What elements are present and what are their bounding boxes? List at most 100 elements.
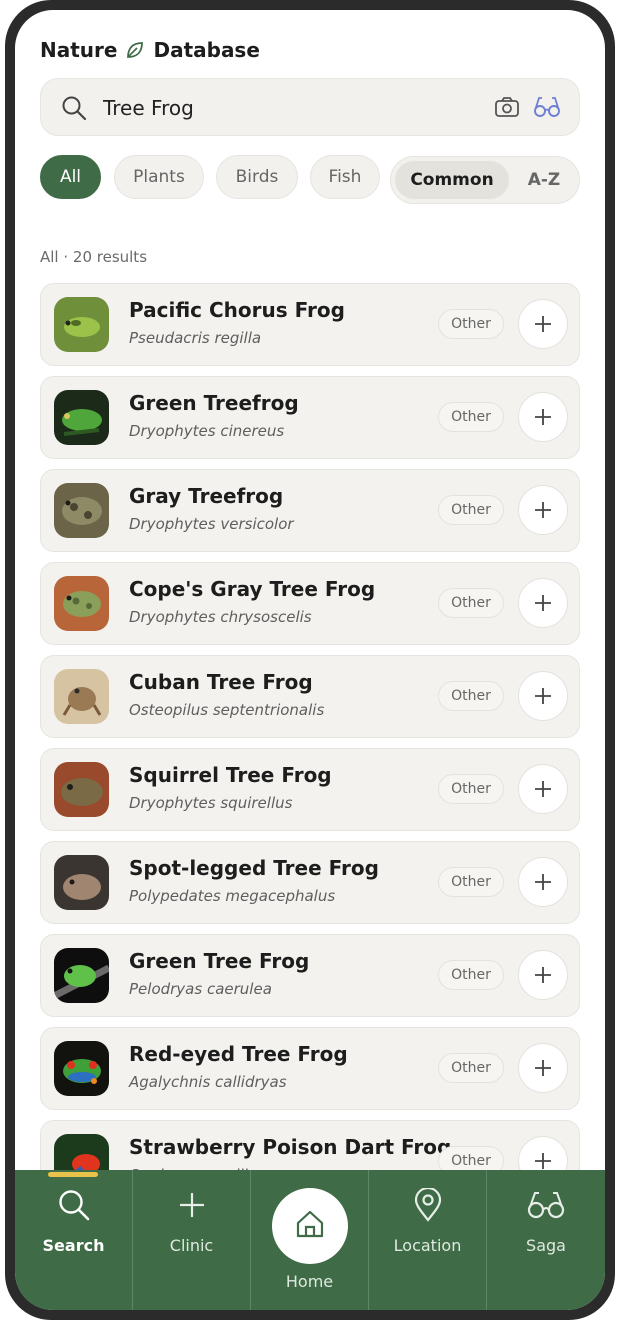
species-name: Squirrel Tree Frog <box>129 763 332 787</box>
species-photo <box>54 948 109 1003</box>
results-summary: All · 20 results <box>40 248 148 266</box>
plus-icon <box>535 502 551 518</box>
list-item[interactable]: Green Tree Frog Pelodryas caerulea Other <box>40 934 580 1017</box>
plus-icon <box>535 409 551 425</box>
species-photo <box>54 762 109 817</box>
nav-item-saga[interactable]: Saga <box>487 1170 605 1310</box>
sort-option-az[interactable]: A-Z <box>513 161 575 199</box>
nav-label: Home <box>285 1272 334 1291</box>
species-scientific-name: Dryophytes chrysoscelis <box>129 608 312 626</box>
species-name: Cope's Gray Tree Frog <box>129 577 376 601</box>
plus-icon <box>535 967 551 983</box>
add-button[interactable] <box>518 857 568 907</box>
species-scientific-name: Dryophytes versicolor <box>129 515 294 533</box>
filter-chip-fish[interactable]: Fish <box>310 155 380 199</box>
plus-icon <box>535 1060 551 1076</box>
species-photo <box>54 576 109 631</box>
list-item[interactable]: Cuban Tree Frog Osteopilus septentrional… <box>40 655 580 738</box>
glasses-icon <box>527 1188 565 1224</box>
plus-icon <box>535 1153 551 1169</box>
app-title-left: Nature <box>40 38 118 62</box>
list-item[interactable]: Green Treefrog Dryophytes cinereus Other <box>40 376 580 459</box>
add-button[interactable] <box>518 392 568 442</box>
species-scientific-name: Osteopilus septentrionalis <box>129 701 325 719</box>
nav-label: Location <box>393 1236 462 1255</box>
species-name: Red-eyed Tree Frog <box>129 1042 348 1066</box>
plus-icon <box>535 595 551 611</box>
category-badge: Other <box>438 1053 504 1083</box>
plus-icon <box>535 781 551 797</box>
search-icon <box>57 1188 91 1224</box>
category-badge: Other <box>438 495 504 525</box>
species-name: Gray Treefrog <box>129 484 284 508</box>
leaf-icon <box>125 40 145 60</box>
camera-icon[interactable] <box>494 95 520 123</box>
list-item[interactable]: Spot-legged Tree Frog Polypedates megace… <box>40 841 580 924</box>
category-badge: Other <box>438 309 504 339</box>
home-button[interactable] <box>271 1188 348 1264</box>
nav-item-search[interactable]: Search <box>15 1170 133 1310</box>
species-scientific-name: Agalychnis callidryas <box>129 1073 287 1091</box>
species-scientific-name: Pseudacris regilla <box>129 329 262 347</box>
species-name: Green Treefrog <box>129 391 299 415</box>
location-pin-icon <box>411 1186 445 1224</box>
category-badge: Other <box>438 774 504 804</box>
category-badge: Other <box>438 960 504 990</box>
sort-toggle: Common A-Z <box>390 156 580 204</box>
species-name: Strawberry Poison Dart Frog <box>129 1135 452 1159</box>
species-name: Pacific Chorus Frog <box>129 298 345 322</box>
species-photo <box>54 390 109 445</box>
nav-label: Search <box>42 1236 105 1255</box>
species-photo <box>54 855 109 910</box>
list-item[interactable]: Pacific Chorus Frog Pseudacris regilla O… <box>40 283 580 366</box>
species-name: Green Tree Frog <box>129 949 310 973</box>
category-badge: Other <box>438 867 504 897</box>
list-item[interactable]: Squirrel Tree Frog Dryophytes squirellus… <box>40 748 580 831</box>
nav-label: Clinic <box>169 1236 214 1255</box>
species-photo <box>54 1041 109 1096</box>
add-button[interactable] <box>518 764 568 814</box>
search-icon <box>61 95 87 125</box>
filter-bar: All Plants Birds Fish Common A-Z <box>40 155 580 204</box>
home-icon <box>293 1207 327 1245</box>
add-button[interactable] <box>518 1043 568 1093</box>
search-input[interactable] <box>101 89 465 127</box>
nav-item-home[interactable]: Home <box>251 1170 369 1310</box>
species-scientific-name: Dryophytes squirellus <box>129 794 293 812</box>
list-item[interactable]: Gray Treefrog Dryophytes versicolor Othe… <box>40 469 580 552</box>
species-photo <box>54 669 109 724</box>
add-button[interactable] <box>518 485 568 535</box>
species-photo <box>54 297 109 352</box>
list-item[interactable]: Red-eyed Tree Frog Agalychnis callidryas… <box>40 1027 580 1110</box>
category-badge: Other <box>438 681 504 711</box>
category-badge: Other <box>438 402 504 432</box>
plus-icon <box>535 688 551 704</box>
nav-label: Saga <box>526 1236 566 1255</box>
species-scientific-name: Polypedates megacephalus <box>129 887 336 905</box>
app-title-right: Database <box>153 38 260 62</box>
nav-item-location[interactable]: Location <box>369 1170 487 1310</box>
species-photo <box>54 483 109 538</box>
species-name: Cuban Tree Frog <box>129 670 313 694</box>
list-item[interactable]: Cope's Gray Tree Frog Dryophytes chrysos… <box>40 562 580 645</box>
add-button[interactable] <box>518 299 568 349</box>
search-bar <box>40 78 580 136</box>
species-name: Spot-legged Tree Frog <box>129 856 379 880</box>
species-scientific-name: Dryophytes cinereus <box>129 422 285 440</box>
add-button[interactable] <box>518 950 568 1000</box>
add-button[interactable] <box>518 671 568 721</box>
species-scientific-name: Pelodryas caerulea <box>129 980 272 998</box>
category-badge: Other <box>438 588 504 618</box>
active-tab-indicator <box>48 1172 98 1177</box>
filter-chip-all[interactable]: All <box>40 155 101 199</box>
sort-option-common[interactable]: Common <box>395 161 509 199</box>
filter-chip-plants[interactable]: Plants <box>114 155 204 199</box>
bottom-navigation: Search Clinic Home Location Saga <box>15 1170 605 1310</box>
app-title: Nature Database <box>40 38 260 62</box>
nav-item-clinic[interactable]: Clinic <box>133 1170 251 1310</box>
plus-icon <box>175 1188 209 1224</box>
glasses-icon[interactable] <box>533 95 561 123</box>
add-button[interactable] <box>518 578 568 628</box>
filter-chip-birds[interactable]: Birds <box>216 155 298 199</box>
plus-icon <box>535 874 551 890</box>
